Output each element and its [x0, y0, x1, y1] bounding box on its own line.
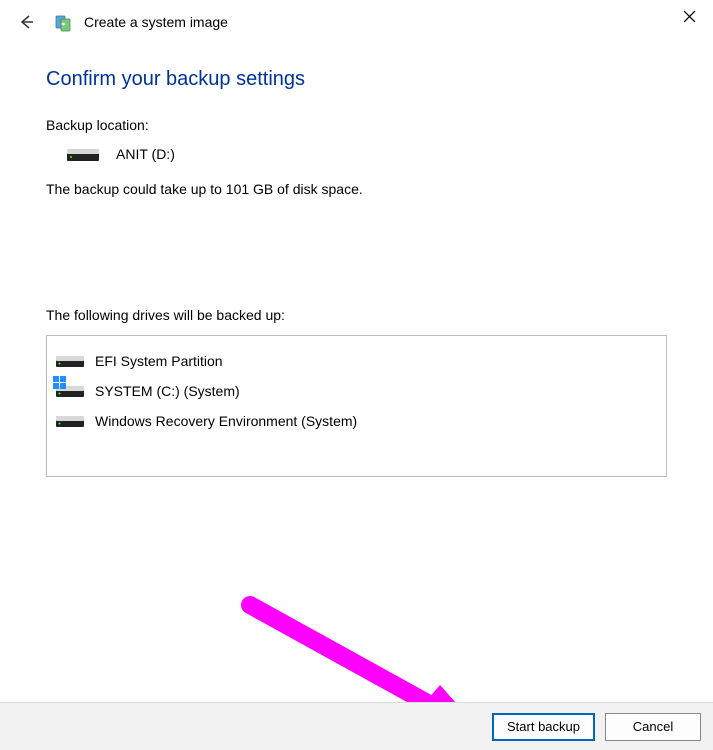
drive-name: Windows Recovery Environment (System): [95, 413, 357, 429]
drive-icon: [55, 352, 85, 370]
windows-overlay-icon: [53, 376, 66, 389]
cancel-button[interactable]: Cancel: [605, 713, 701, 741]
backup-location-row: ANIT (D:): [66, 145, 667, 163]
list-item: EFI System Partition: [55, 346, 658, 376]
backup-location-value: ANIT (D:): [116, 146, 175, 162]
list-item: Windows Recovery Environment (System): [55, 406, 658, 436]
backup-location-label: Backup location:: [46, 117, 667, 133]
back-button[interactable]: [14, 10, 38, 34]
close-button[interactable]: [679, 6, 699, 26]
close-icon: [683, 10, 696, 23]
back-arrow-icon: [17, 13, 35, 31]
drive-icon: [55, 382, 85, 400]
drive-name: EFI System Partition: [95, 353, 223, 369]
content-area: Confirm your backup settings Backup loca…: [0, 42, 713, 477]
list-item: SYSTEM (C:) (System): [55, 376, 658, 406]
window-title: Create a system image: [84, 14, 228, 30]
drive-icon: [66, 145, 100, 163]
drive-icon: [55, 412, 85, 430]
start-backup-button[interactable]: Start backup: [492, 713, 595, 741]
drives-list-label: The following drives will be backed up:: [46, 307, 667, 323]
footer-bar: Start backup Cancel: [0, 702, 713, 750]
titlebar: Create a system image: [0, 0, 713, 42]
space-info-text: The backup could take up to 101 GB of di…: [46, 181, 667, 197]
drives-list: EFI System Partition SYSTEM (C:) (System…: [46, 335, 667, 477]
page-heading: Confirm your backup settings: [46, 68, 667, 91]
drive-name: SYSTEM (C:) (System): [95, 383, 240, 399]
app-icon: [54, 12, 74, 32]
